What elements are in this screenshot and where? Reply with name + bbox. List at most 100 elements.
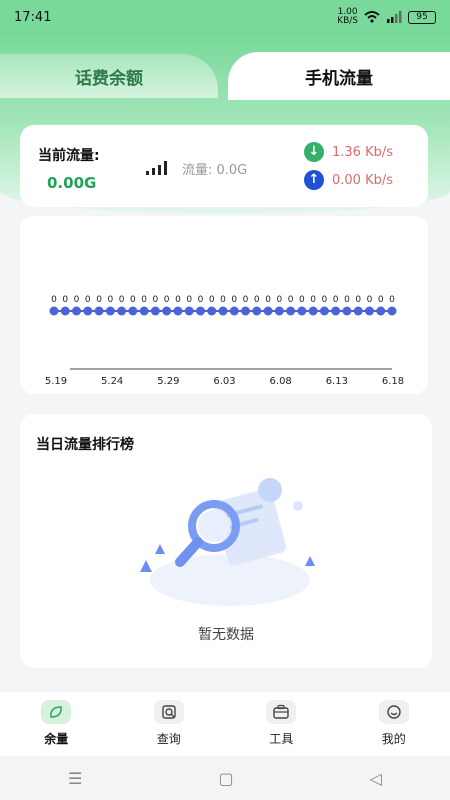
upload-arrow-icon: ↑ xyxy=(304,170,324,190)
x-tick-label: 5.19 xyxy=(45,376,67,387)
x-tick-label: 6.03 xyxy=(213,376,235,387)
data-point xyxy=(72,306,82,316)
wifi-icon xyxy=(364,11,380,23)
data-point xyxy=(229,306,239,316)
status-bar: 17:41 1.00 KB/S 95 xyxy=(0,0,450,34)
system-nav-bar: ☰ ▢ ◁ xyxy=(0,756,450,800)
data-point xyxy=(342,306,352,316)
data-point xyxy=(331,306,341,316)
data-point xyxy=(286,306,296,316)
data-point xyxy=(241,306,251,316)
nav-label-tools: 工具 xyxy=(269,732,294,746)
data-point xyxy=(139,306,149,316)
data-point xyxy=(364,306,374,316)
data-point xyxy=(376,306,386,316)
data-label: 0 xyxy=(130,295,136,305)
tab-phone-balance[interactable]: 话费余额 xyxy=(0,54,218,98)
data-label: 0 xyxy=(299,295,305,305)
ranking-title: 当日流量排行榜 xyxy=(36,437,134,453)
current-flow-label: 当前流量: xyxy=(38,148,100,164)
data-label: 0 xyxy=(265,295,271,305)
signal-bars-icon xyxy=(146,161,170,175)
download-speed-row: ↓ 1.36 Kb/s xyxy=(304,142,393,162)
data-point xyxy=(128,306,138,316)
data-label: 0 xyxy=(243,295,249,305)
data-label: 0 xyxy=(119,295,125,305)
traffic-chart-card: 0 0 0 0 0 0 0 0 0 0 0 0 0 0 0 0 0 0 0 0 0 0 0 0 0 0 0 0 0 0 0 5.19 5.24 5… xyxy=(20,216,428,394)
data-point xyxy=(274,306,284,316)
data-point xyxy=(83,306,93,316)
status-time: 17:41 xyxy=(14,9,52,25)
data-label: 0 xyxy=(344,295,350,305)
data-label: 0 xyxy=(220,295,226,305)
tab-mobile-data[interactable]: 手机流量 xyxy=(228,52,450,100)
nav-label-mine: 我的 xyxy=(381,732,406,746)
data-point xyxy=(353,306,363,316)
data-label: 0 xyxy=(107,295,113,305)
data-label: 0 xyxy=(254,295,260,305)
status-icons: 1.00 KB/S 95 xyxy=(337,8,436,26)
flow-amount-text: 流量: 0.0G xyxy=(182,163,248,178)
data-point xyxy=(162,306,172,316)
data-label: 0 xyxy=(276,295,282,305)
toolbox-icon xyxy=(266,700,297,724)
ranking-card: 当日流量排行榜 暂无数据 xyxy=(20,414,432,668)
data-label: 0 xyxy=(367,295,373,305)
back-icon[interactable]: ◁ xyxy=(370,769,382,788)
x-tick-label: 6.13 xyxy=(326,376,348,387)
data-label: 0 xyxy=(355,295,361,305)
data-label: 0 xyxy=(378,295,384,305)
nav-item-balance[interactable]: 余量 xyxy=(0,692,113,756)
data-point xyxy=(94,306,104,316)
bottom-nav: 余量 查询 工具 我的 xyxy=(0,692,450,756)
data-point xyxy=(150,306,160,316)
nav-item-mine[interactable]: 我的 xyxy=(338,692,450,756)
data-point xyxy=(195,306,205,316)
data-label: 0 xyxy=(333,295,339,305)
upload-speed-row: ↑ 0.00 Kb/s xyxy=(304,170,393,190)
cell-signal-icon xyxy=(387,11,402,23)
empty-state-text: 暂无数据 xyxy=(198,627,254,643)
data-label: 0 xyxy=(186,295,192,305)
data-point xyxy=(308,306,318,316)
download-speed: 1.36 Kb/s xyxy=(332,144,394,160)
x-tick-label: 6.08 xyxy=(270,376,292,387)
data-label: 0 xyxy=(209,295,215,305)
data-point xyxy=(387,306,397,316)
home-icon[interactable]: ▢ xyxy=(218,769,233,788)
x-tick-label: 5.24 xyxy=(101,376,123,387)
data-label: 0 xyxy=(175,295,181,305)
net-speed: 1.00 KB/S xyxy=(337,7,358,26)
data-point xyxy=(297,306,307,316)
data-point xyxy=(60,306,70,316)
data-label: 0 xyxy=(164,295,170,305)
empty-search-illustration xyxy=(140,478,315,606)
data-point xyxy=(49,306,59,316)
battery-icon: 95 xyxy=(408,10,436,24)
smile-icon xyxy=(378,700,409,724)
data-label: 0 xyxy=(231,295,237,305)
data-label: 0 xyxy=(141,295,147,305)
nav-item-query[interactable]: 查询 xyxy=(113,692,226,756)
x-tick-label: 5.29 xyxy=(157,376,179,387)
data-point xyxy=(184,306,194,316)
data-label: 0 xyxy=(62,295,68,305)
data-label: 0 xyxy=(198,295,204,305)
data-label: 0 xyxy=(389,295,395,305)
download-arrow-icon: ↓ xyxy=(304,142,324,162)
data-label: 0 xyxy=(153,295,159,305)
current-flow-card: 当前流量: 0.00G 流量: 0.0G ↓ 1.36 Kb/s ↑ 0.00 … xyxy=(20,125,428,207)
leaf-icon xyxy=(41,700,72,724)
nav-item-tools[interactable]: 工具 xyxy=(225,692,338,756)
data-point xyxy=(319,306,329,316)
nav-label-balance: 余量 xyxy=(44,732,69,746)
menu-icon[interactable]: ☰ xyxy=(68,769,82,788)
data-point xyxy=(218,306,228,316)
current-flow-value: 0.00G xyxy=(47,174,97,192)
data-point xyxy=(117,306,127,316)
data-point xyxy=(173,306,183,316)
data-point xyxy=(207,306,217,316)
data-label: 0 xyxy=(74,295,80,305)
data-point xyxy=(252,306,262,316)
data-label: 0 xyxy=(322,295,328,305)
